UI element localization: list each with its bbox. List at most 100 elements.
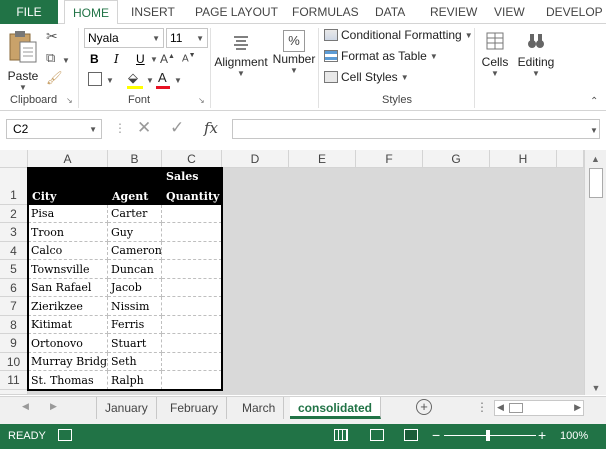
scroll-down-icon[interactable]: ▼ [585,383,606,393]
sheet-tab-february[interactable]: February [162,397,228,419]
cell-agent[interactable]: Carter [108,205,162,223]
tab-view[interactable]: VIEW [494,0,525,24]
cell-sales-quantity[interactable] [162,260,222,279]
formula-input[interactable] [232,119,600,139]
macro-recording-icon[interactable] [58,429,72,441]
dialog-launcher-icon[interactable]: ↘ [66,96,73,105]
page-break-view-icon[interactable] [404,429,418,441]
cell-city[interactable]: St. Thomas [28,371,108,390]
cell-agent[interactable]: Guy [108,223,162,242]
zoom-in-icon[interactable]: + [538,427,546,443]
chevron-down-icon[interactable]: ▼ [174,76,182,85]
cell-sales-quantity[interactable] [162,334,222,353]
column-header[interactable]: D [222,150,289,168]
cell-agent[interactable]: Jacob [108,279,162,297]
alignment-button[interactable]: Alignment ▼ [214,28,268,88]
number-button[interactable]: % Number ▼ [272,28,316,88]
column-header[interactable]: H [490,150,557,168]
scroll-right-icon[interactable]: ▶ [574,402,581,413]
cell-sales-quantity[interactable] [162,279,222,297]
row-header[interactable]: 1 [0,168,28,205]
cell-sales-quantity[interactable] [162,242,222,260]
cell-agent[interactable]: Nissim [108,297,162,316]
cell-city[interactable]: Troon [28,223,108,242]
conditional-formatting-button[interactable]: Conditional Formatting ▼ [324,28,473,42]
cell-sales-quantity[interactable] [162,223,222,242]
vertical-scrollbar[interactable]: ▲ ▼ [584,150,606,395]
row-header[interactable]: 7 [0,297,28,316]
sheet-tab-consolidated[interactable]: consolidated [290,397,382,419]
cell-styles-button[interactable]: Cell Styles ▼ [324,70,409,84]
tab-page-layout[interactable]: PAGE LAYOUT [195,0,278,24]
cell-city[interactable]: Murray Bridge [28,353,108,371]
sheet-tab-january[interactable]: January [96,397,157,419]
cell-city[interactable]: Calco [28,242,108,260]
column-header[interactable]: C [162,150,222,168]
paste-button[interactable]: Paste ▼ [6,28,40,92]
cell-agent[interactable]: Seth [108,353,162,371]
column-header[interactable]: A [28,150,108,168]
dialog-launcher-icon[interactable]: ↘ [198,96,205,105]
format-as-table-button[interactable]: Format as Table ▼ [324,49,438,63]
cell-city[interactable]: Ortonovo [28,334,108,353]
row-header[interactable]: 6 [0,279,28,297]
chevron-down-icon[interactable]: ▼ [62,52,70,66]
scrollbar-thumb[interactable] [588,168,603,198]
cell-city[interactable]: San Rafael [28,279,108,297]
font-size-combo[interactable]: 11 ▼ [166,28,208,48]
tab-developer[interactable]: DEVELOP [546,0,603,24]
prev-sheet-icon[interactable]: ◀ [22,401,29,412]
zoom-level[interactable]: 100% [560,430,588,442]
collapse-ribbon-icon[interactable]: ⌃ [590,96,598,107]
editing-button[interactable]: Editing ▼ [516,28,556,88]
chevron-down-icon[interactable]: ▼ [106,76,114,85]
header-cell-city[interactable]: City [28,168,108,205]
header-cell-agent[interactable]: Agent [108,168,162,205]
cut-icon[interactable]: ✂ [46,28,58,45]
cell-city[interactable]: Pisa [28,205,108,223]
cell-city[interactable]: Townsville [28,260,108,279]
tab-review[interactable]: REVIEW [430,0,477,24]
next-sheet-icon[interactable]: ▶ [50,401,57,412]
row-header[interactable]: 5 [0,260,28,279]
scrollbar-thumb[interactable] [509,403,523,413]
chevron-down-icon[interactable]: ▼ [150,55,158,64]
sheet-tab-march[interactable]: March [234,397,285,419]
copy-icon[interactable]: ⧉ [46,50,55,66]
row-header[interactable]: 2 [0,205,28,223]
zoom-slider-track[interactable] [444,435,536,436]
worksheet-grid[interactable]: A B C D E F G H 1 2 3 4 5 6 7 8 9 10 11 … [0,150,606,395]
row-header[interactable]: 9 [0,334,28,353]
cell-sales-quantity[interactable] [162,353,222,371]
cell-agent[interactable]: Cameron [108,242,162,260]
row-header[interactable]: 3 [0,223,28,242]
zoom-slider-thumb[interactable] [486,430,490,441]
borders-icon[interactable] [88,72,102,86]
column-header[interactable]: F [356,150,423,168]
chevron-down-icon[interactable]: ▼ [146,76,154,85]
column-header[interactable] [557,150,584,168]
header-cell-sales-quantity[interactable]: Sales Quantity [162,168,222,205]
font-color-button[interactable]: A [158,70,167,85]
cancel-icon[interactable]: ✕ [137,118,151,138]
column-header[interactable]: G [423,150,490,168]
cell-agent[interactable]: Ferris [108,316,162,334]
zoom-out-icon[interactable]: − [432,427,440,443]
decrease-font-icon[interactable]: A▼ [182,52,196,64]
cell-agent[interactable]: Stuart [108,334,162,353]
cell-agent[interactable]: Duncan [108,260,162,279]
bold-button[interactable]: B [90,52,99,66]
cell-agent[interactable]: Ralph [108,371,162,390]
tab-insert[interactable]: INSERT [131,0,175,24]
format-painter-icon[interactable]: 🖌 [46,70,63,86]
row-header[interactable]: 11 [0,371,28,390]
name-box[interactable]: C2 ▼ [6,119,102,139]
column-header[interactable]: E [289,150,356,168]
scroll-left-icon[interactable]: ◀ [497,402,504,413]
cells-button[interactable]: Cells ▼ [478,28,512,88]
expand-formula-icon[interactable]: ▼ [590,126,598,135]
page-layout-view-icon[interactable] [370,429,384,441]
row-header[interactable]: 10 [0,353,28,371]
enter-icon[interactable]: ✓ [170,118,184,138]
horizontal-scrollbar[interactable]: ◀ ▶ [494,400,584,416]
